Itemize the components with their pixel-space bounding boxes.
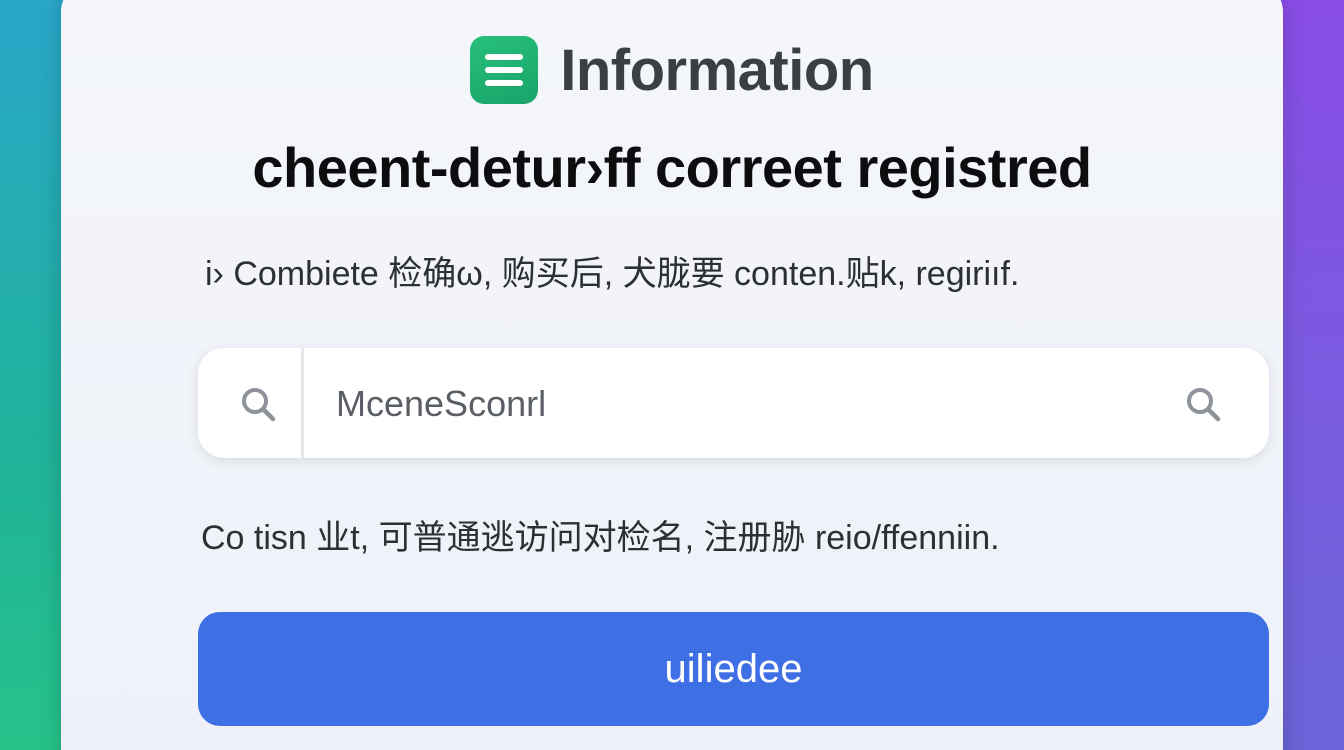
list-icon [470, 36, 539, 104]
search-icon[interactable] [238, 384, 278, 424]
search-divider [301, 348, 304, 458]
app-title: Information [560, 37, 874, 103]
dialog-card: Information cheent-detur›ff correet regi… [61, 0, 1283, 750]
page-headline: cheent-detur›ff correet registred [252, 136, 1092, 199]
search-box[interactable] [198, 348, 1269, 458]
primary-button[interactable]: uiliedee [198, 612, 1269, 726]
search-input[interactable] [334, 373, 1158, 435]
note-text: Co tisn 业t, 可普通逃访问对检名, 注册胁 reio/ffenniin… [201, 519, 1000, 557]
header: Information [61, 36, 1283, 104]
search-icon[interactable] [1183, 384, 1223, 424]
description-text: i› Combiete 检确ω, 购买后, 犬胧要 conten.贴k, reg… [205, 255, 1020, 293]
